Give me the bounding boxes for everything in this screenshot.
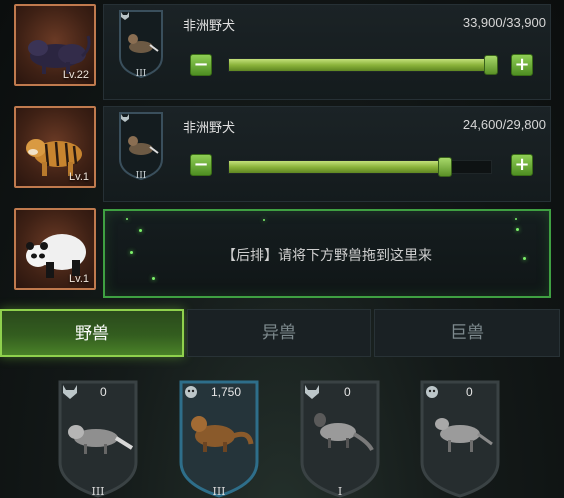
beast-card-1[interactable]: 0 III — [56, 380, 140, 498]
team-row-1: III 非洲野犬 33,900/33,900 − + — [103, 4, 551, 100]
minus-button[interactable]: − — [190, 54, 212, 76]
tab-strange-beasts[interactable]: 异兽 — [187, 309, 371, 357]
wolf-icon — [304, 384, 320, 400]
card-rank: I — [337, 485, 343, 498]
beast-card-4[interactable]: 0 — [418, 380, 502, 498]
sparkle — [152, 277, 155, 280]
tab-wild-beasts[interactable]: 野兽 — [0, 309, 184, 357]
wolf-icon — [62, 384, 78, 400]
card-count: 1,750 — [211, 385, 242, 399]
card-rank: III — [91, 485, 105, 498]
sparkle — [139, 229, 142, 232]
tab-giant-beasts[interactable]: 巨兽 — [374, 309, 560, 357]
beast-badge[interactable]: III — [118, 111, 164, 181]
hp-slider-knob[interactable] — [484, 55, 498, 75]
beast-name: 非洲野犬 — [183, 19, 236, 34]
team-portrait-3[interactable]: Lv.1 — [14, 208, 96, 290]
level-label: Lv.1 — [69, 171, 89, 183]
minus-button[interactable]: − — [190, 154, 212, 176]
plus-button[interactable]: + — [511, 154, 533, 176]
level-label: Lv.22 — [62, 69, 89, 81]
rank-label: III — [135, 171, 147, 181]
sparkle — [263, 219, 265, 221]
card-count: 0 — [344, 385, 351, 399]
monkey-icon — [424, 384, 440, 400]
back-row-drop-slot[interactable]: 【后排】请将下方野兽拖到这里来 — [103, 209, 551, 298]
hp-text: 33,900/33,900 — [462, 15, 546, 30]
plus-button[interactable]: + — [511, 54, 533, 76]
sparkle — [516, 228, 519, 231]
beast-card-2[interactable]: 1,750 III — [177, 380, 261, 498]
rank-label: III — [135, 69, 147, 79]
drop-slot-hint: 【后排】请将下方野兽拖到这里来 — [222, 248, 432, 264]
card-count: 0 — [100, 385, 107, 399]
team-portrait-2[interactable]: Lv.1 — [14, 106, 96, 188]
hp-slider[interactable] — [228, 55, 498, 75]
team-row-2: III 非洲野犬 24,600/29,800 − + — [103, 106, 551, 202]
card-count: 0 — [466, 385, 473, 399]
sparkle — [515, 218, 517, 220]
hp-slider[interactable] — [228, 157, 492, 177]
wolf-icon — [120, 11, 130, 21]
level-label: Lv.1 — [69, 273, 89, 285]
beast-card-3[interactable]: 0 I — [298, 380, 382, 498]
sparkle — [126, 218, 128, 220]
beast-badge[interactable]: III — [118, 9, 164, 79]
hp-slider-fill — [229, 161, 446, 173]
team-portrait-1[interactable]: Lv.22 — [14, 4, 96, 86]
wolf-icon — [120, 113, 130, 123]
hp-slider-fill — [229, 59, 491, 71]
hp-text: 24,600/29,800 — [462, 117, 546, 132]
card-rank: III — [212, 485, 226, 498]
monkey-icon — [183, 384, 199, 400]
beast-name: 非洲野犬 — [183, 121, 236, 136]
hp-slider-knob[interactable] — [438, 157, 453, 177]
